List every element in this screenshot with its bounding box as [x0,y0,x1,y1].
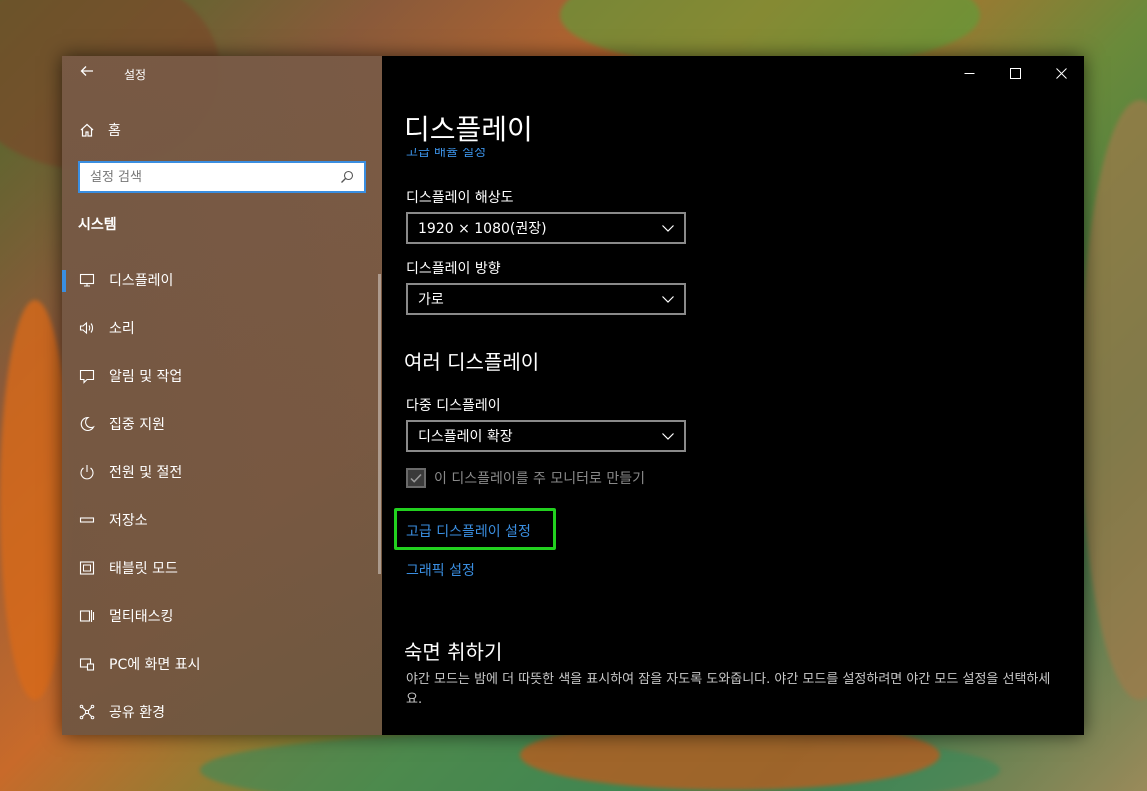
section-label: 시스템 [78,217,117,233]
sidebar-item-multitasking[interactable]: 멀티태스킹 [62,592,382,640]
orientation-value: 가로 [418,292,444,308]
home-label: 홈 [108,123,121,139]
home-icon [78,121,96,139]
app-title: 설정 [124,68,147,82]
back-button[interactable] [76,62,98,84]
sidebar-nav: 디스플레이 소리 알림 및 작업 집중 지원 전원 및 절전 저장소 태블릿 모… [62,256,382,735]
sidebar-item-label: 소리 [109,321,135,337]
night-light-description: 야간 모드는 밤에 더 따뜻한 색을 표시하여 잠을 자도록 도와줍니다. 야간… [406,672,1051,707]
minimize-button[interactable] [946,56,992,90]
sidebar-item-storage[interactable]: 저장소 [62,496,382,544]
sidebar-item-label: 멀티태스킹 [109,609,174,625]
chevron-down-icon [660,291,676,307]
share-icon [78,703,96,721]
close-button[interactable] [1038,56,1084,90]
multiple-displays-dropdown[interactable]: 디스플레이 확장 [406,420,686,452]
sidebar-item-label: 전원 및 절전 [109,465,183,481]
main-monitor-checkbox[interactable] [406,468,426,488]
close-icon [1055,67,1067,79]
storage-icon [78,511,96,529]
sleep-heading: 숙면 취하기 [404,640,503,664]
sidebar-item-label: 공유 환경 [109,705,165,721]
monitor-icon [78,271,96,289]
orientation-label: 디스플레이 방향 [406,261,501,277]
sidebar-item-sound[interactable]: 소리 [62,304,382,352]
power-icon [78,463,96,481]
sidebar-item-display[interactable]: 디스플레이 [62,256,382,304]
chevron-down-icon [660,220,676,236]
orientation-dropdown[interactable]: 가로 [406,283,686,315]
multiple-displays-heading: 여러 디스플레이 [404,350,540,374]
sidebar-item-label: PC에 화면 표시 [109,657,201,673]
sidebar-item-power[interactable]: 전원 및 절전 [62,448,382,496]
resolution-value: 1920 × 1080(권장) [418,221,547,237]
main-monitor-checkbox-row[interactable]: 이 디스플레이를 주 모니터로 만들기 [406,468,645,488]
sidebar-scrollbar[interactable] [378,274,381,574]
advanced-scaling-label: 고급 배율 설정 [406,148,487,160]
speaker-icon [78,319,96,337]
maximize-icon [1009,67,1021,79]
sidebar-item-label: 저장소 [109,513,148,529]
main-monitor-checkbox-label: 이 디스플레이를 주 모니터로 만들기 [434,471,645,487]
maximize-button[interactable] [992,56,1038,90]
sidebar: 설정 홈 시스템 디스플레이 [62,56,382,735]
back-arrow-icon [80,66,93,76]
search-box[interactable] [78,161,366,193]
advanced-scaling-link[interactable]: 고급 배율 설정 [406,148,486,160]
sidebar-item-label: 알림 및 작업 [109,369,183,385]
tablet-icon [78,559,96,577]
sidebar-item-project[interactable]: PC에 화면 표시 [62,640,382,688]
sidebar-item-label: 태블릿 모드 [109,561,178,577]
settings-window: 설정 홈 시스템 디스플레이 [62,56,1084,735]
multiple-displays-value: 디스플레이 확장 [418,429,513,445]
multiple-displays-label: 다중 디스플레이 [406,398,501,414]
search-input[interactable] [80,163,336,191]
titlebar: 설정 [62,56,382,90]
sidebar-item-tablet-mode[interactable]: 태블릿 모드 [62,544,382,592]
minimize-icon [964,72,974,74]
moon-icon [78,415,96,433]
sidebar-item-notifications[interactable]: 알림 및 작업 [62,352,382,400]
checkmark-icon [410,473,422,483]
home-link[interactable]: 홈 [78,118,121,142]
sidebar-item-label: 디스플레이 [109,273,174,289]
project-icon [78,655,96,673]
advanced-display-settings-link[interactable]: 고급 디스플레이 설정 [406,521,531,541]
notification-icon [78,367,96,385]
page-title: 디스플레이 [404,113,533,146]
main-content: 디스플레이 고급 배율 설정 디스플레이 해상도 1920 × 1080(권장)… [382,56,1084,735]
search-icon[interactable] [336,166,358,188]
graphics-settings-link[interactable]: 그래픽 설정 [406,560,475,580]
resolution-label: 디스플레이 해상도 [406,190,514,206]
resolution-dropdown[interactable]: 1920 × 1080(권장) [406,212,686,244]
sidebar-item-focus-assist[interactable]: 집중 지원 [62,400,382,448]
multitasking-icon [78,607,96,625]
chevron-down-icon [660,428,676,444]
sidebar-item-shared-experiences[interactable]: 공유 환경 [62,688,382,735]
window-controls [946,56,1084,90]
sidebar-item-label: 집중 지원 [109,417,165,433]
